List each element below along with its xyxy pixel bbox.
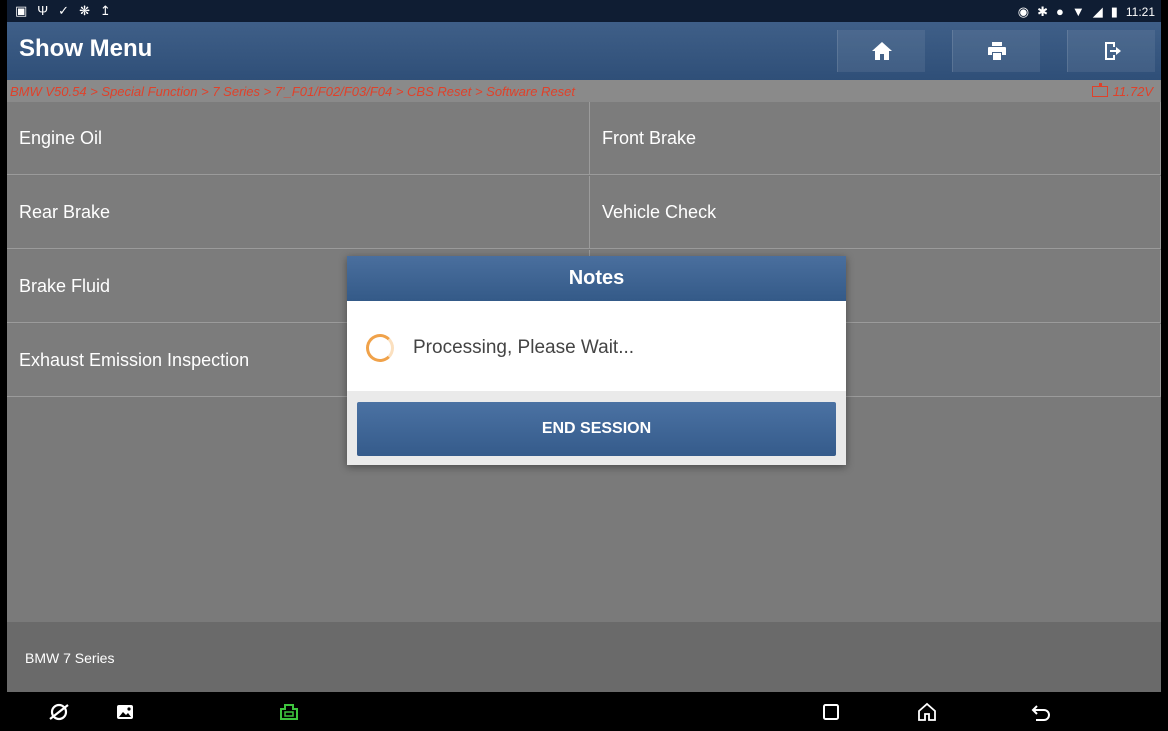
wifi-icon: ▼ xyxy=(1071,4,1085,19)
dialog-message: Processing, Please Wait... xyxy=(413,337,635,358)
page-title: Show Menu xyxy=(19,35,153,62)
signal-icon: ◢ xyxy=(1092,4,1103,19)
breadcrumb-path: BMW V50.54 > Special Function > 7 Series… xyxy=(10,84,576,99)
footer-bar: BMW 7 Series xyxy=(7,622,1161,692)
menu-item-rear-brake[interactable]: Rear Brake xyxy=(7,176,590,249)
back-button[interactable] xyxy=(1029,700,1053,724)
exit-icon xyxy=(1104,42,1121,60)
voltage-value: 11.72V xyxy=(1112,84,1153,99)
dialog-body: Processing, Please Wait... xyxy=(347,301,846,391)
loading-spinner-icon xyxy=(366,334,394,362)
dialog-title: Notes xyxy=(347,256,846,301)
square-icon xyxy=(823,704,839,720)
home-button[interactable] xyxy=(837,30,925,72)
home-outline-icon xyxy=(918,702,936,721)
vci-button[interactable] xyxy=(277,700,301,724)
browser-button[interactable] xyxy=(47,700,71,724)
back-icon xyxy=(1031,705,1050,721)
status-time: 11:21 xyxy=(1125,4,1155,19)
status-left-icons: ▣ Ψ ✓ ❋ ↥ xyxy=(15,2,111,19)
status-right-icons: ◉ ✱ ● ▼ ◢ ▮ 11:21 xyxy=(1018,3,1155,20)
usb-icon: Ψ xyxy=(37,3,49,18)
vci-icon xyxy=(280,704,298,720)
app-frame: ▣ Ψ ✓ ❋ ↥ ◉ ✱ ● ▼ ◢ ▮ 11:21 Show Menu BM xyxy=(7,0,1161,731)
upload-icon: ↥ xyxy=(99,3,111,18)
title-bar: Show Menu xyxy=(7,22,1161,80)
battery-icon: ▮ xyxy=(1110,4,1118,19)
battery-voltage: 11.72V xyxy=(1091,83,1153,99)
menu-item-vehicle-check[interactable]: Vehicle Check xyxy=(590,176,1161,249)
notes-dialog: Notes Processing, Please Wait... END SES… xyxy=(347,256,846,465)
print-button[interactable] xyxy=(952,30,1040,72)
home-nav-button[interactable] xyxy=(915,700,939,724)
location-icon: ◉ xyxy=(1017,4,1030,19)
status-bar: ▣ Ψ ✓ ❋ ↥ ◉ ✱ ● ▼ ◢ ▮ 11:21 xyxy=(7,0,1161,22)
exit-button[interactable] xyxy=(1067,30,1155,72)
menu-item-engine-oil[interactable]: Engine Oil xyxy=(7,102,590,175)
check-icon: ✓ xyxy=(58,3,70,18)
end-session-button[interactable]: END SESSION xyxy=(357,402,836,456)
image-notification-icon: ▣ xyxy=(15,3,28,18)
car-battery-icon xyxy=(1091,83,1108,97)
orbit-icon xyxy=(49,703,69,721)
menu-item-front-brake[interactable]: Front Brake xyxy=(590,102,1161,175)
gallery-button[interactable] xyxy=(113,700,137,724)
breadcrumb: BMW V50.54 > Special Function > 7 Series… xyxy=(7,80,1161,102)
print-icon xyxy=(987,42,1006,60)
do-not-disturb-icon: ● xyxy=(1055,4,1064,19)
bluetooth-icon: ✱ xyxy=(1037,4,1048,19)
home-icon xyxy=(871,42,892,60)
settings-icon: ❋ xyxy=(79,3,90,18)
image-icon xyxy=(117,705,133,719)
navigation-bar xyxy=(7,692,1161,731)
recents-button[interactable] xyxy=(819,700,843,724)
vehicle-model: BMW 7 Series xyxy=(25,650,115,666)
